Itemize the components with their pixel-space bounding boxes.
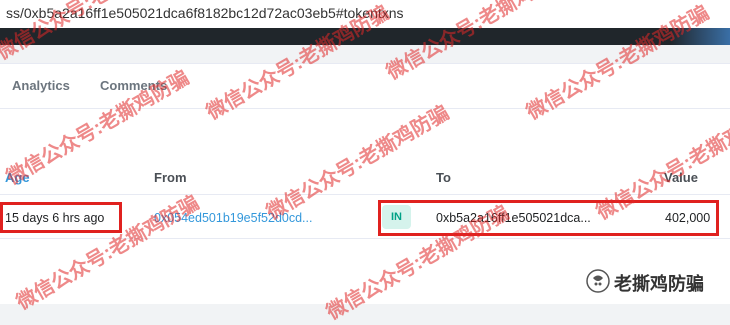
column-header-age[interactable]: Age [5,170,30,185]
tab-bar: Analytics Comments [0,64,730,109]
table-header: Age From To Value [0,160,730,195]
column-header-from: From [154,170,187,185]
address-bar[interactable]: ss/0xb5a2a16ff1e505021dca6f8182bc12d72ac… [0,0,730,29]
logo-text: 老撕鸡防骗 [614,274,704,294]
account-logo: 老撕鸡防骗 [586,266,726,294]
column-header-to: To [436,170,451,185]
highlight-box-age [0,202,122,233]
site-header-band [0,28,730,45]
highlight-box-to-value [378,200,719,236]
tab-analytics[interactable]: Analytics [12,78,70,93]
row-from-address[interactable]: 0x054ed501b19e5f52d0cd... [154,211,312,225]
tab-comments[interactable]: Comments [100,78,167,93]
column-header-value: Value [664,170,698,185]
header-accent [670,28,730,45]
wechat-official-account-icon [586,269,610,293]
url-text: ss/0xb5a2a16ff1e505021dca6f8182bc12d72ac… [6,5,404,21]
